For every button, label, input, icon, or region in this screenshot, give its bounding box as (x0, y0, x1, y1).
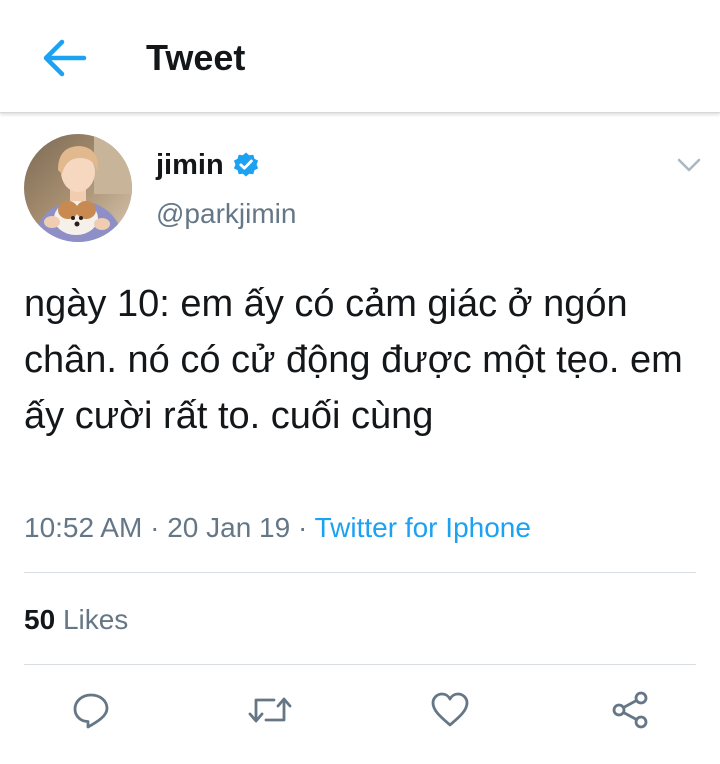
likes-stat[interactable]: 50 Likes (24, 600, 128, 640)
username[interactable]: @parkjimin (156, 196, 296, 232)
chevron-down-icon (677, 158, 701, 172)
tweet-time: 10:52 AM (24, 512, 143, 543)
likes-count: 50 (24, 604, 56, 635)
verified-badge-icon (233, 152, 258, 177)
back-button[interactable] (38, 34, 90, 82)
meta-separator: · (150, 512, 160, 543)
page-title: Tweet (146, 37, 246, 78)
header-bar: Tweet (0, 0, 720, 113)
retweet-button[interactable] (248, 688, 292, 732)
display-name[interactable]: jimin (156, 146, 224, 184)
arrow-left-icon (43, 39, 87, 77)
author-name-row[interactable]: jimin (156, 146, 260, 184)
avatar[interactable] (24, 134, 132, 242)
more-options-button[interactable] (674, 150, 704, 180)
share-button[interactable] (608, 688, 652, 732)
tweet-source-link[interactable]: Twitter for Iphone (315, 512, 531, 543)
reply-icon (73, 693, 109, 729)
meta-separator: · (297, 512, 308, 543)
tweet-meta: 10:52 AM · 20 Jan 19 · Twitter for Iphon… (24, 508, 531, 548)
divider (24, 572, 696, 573)
like-button[interactable] (428, 688, 472, 732)
reply-button[interactable] (69, 688, 113, 732)
tweet-text: ngày 10: em ấy có cảm giác ở ngón chân. … (24, 283, 683, 437)
heart-icon (431, 692, 469, 727)
retweet-icon (248, 697, 292, 723)
avatar-image (24, 134, 132, 242)
likes-label: Likes (62, 604, 129, 635)
share-icon (612, 691, 648, 729)
tweet-date: 20 Jan 19 (167, 512, 291, 543)
divider (24, 664, 696, 665)
